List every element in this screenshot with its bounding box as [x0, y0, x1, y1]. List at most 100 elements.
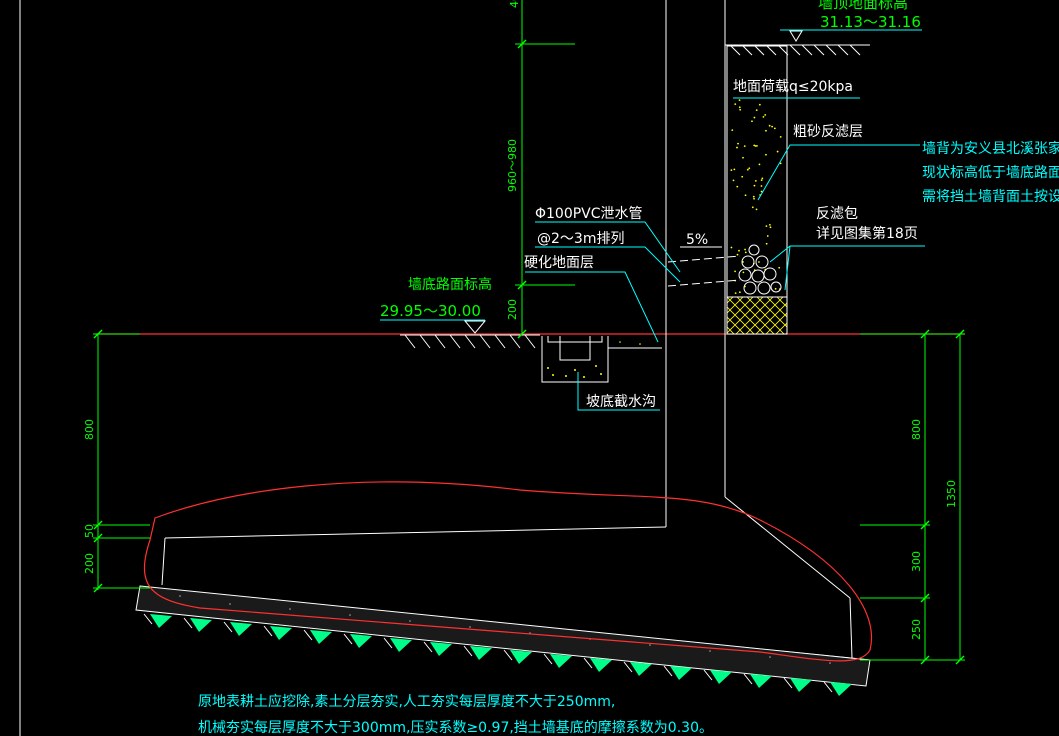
compaction-hatch-line	[503, 649, 513, 661]
sand-particle	[773, 127, 776, 130]
filter-cushion-hatch	[726, 296, 788, 335]
compaction-symbol	[750, 674, 772, 688]
road-elevation-marker	[463, 320, 487, 334]
compaction-hatch-line	[783, 677, 793, 689]
sand-particle	[738, 99, 741, 102]
sand-particle	[765, 225, 768, 228]
compaction-symbol	[150, 614, 172, 628]
compaction-hatch-line	[463, 645, 473, 657]
sand-particle	[730, 169, 733, 172]
dim-left-50: 50	[83, 524, 96, 538]
sand-particle	[769, 226, 772, 229]
sand-particle	[776, 150, 779, 153]
compaction-symbol	[270, 626, 292, 640]
compaction-hatch-line	[703, 669, 713, 681]
sand-particle	[778, 266, 781, 269]
sand-particle	[765, 153, 767, 156]
compaction-symbol	[390, 638, 412, 652]
compaction-hatch-line	[303, 629, 313, 641]
drain-ditch	[541, 336, 662, 383]
compaction-symbol	[590, 658, 612, 672]
sand-particle	[744, 194, 747, 197]
side-note-line-1: 墙背为安义县北溪张家安置	[922, 140, 1059, 157]
sand-particle	[738, 291, 741, 294]
sand-particle	[762, 115, 765, 118]
sand-particle	[751, 120, 753, 123]
slope-label: 5%	[686, 232, 708, 248]
compaction-symbol	[230, 622, 252, 636]
compaction-hatch-line	[143, 613, 153, 625]
compaction-hatch-line	[543, 653, 553, 665]
compaction-symbol	[510, 650, 532, 664]
pvc-pipe-label-1: Φ100PVC泄水管	[535, 206, 643, 222]
ground-elevation-value: 31.13～31.16	[820, 13, 921, 31]
dim-right-800: 800	[910, 419, 923, 440]
top-dimension-partial: 40	[508, 0, 521, 8]
drain-channel-label: 坡底截水沟	[586, 394, 656, 410]
sand-particle	[765, 129, 767, 132]
top-elevation-marker	[789, 30, 803, 42]
sand-particle	[734, 103, 737, 105]
sand-particle	[779, 135, 782, 138]
sand-particle	[744, 251, 747, 254]
sand-particle	[758, 261, 760, 263]
sand-particle	[768, 223, 771, 226]
dim-960-980: 960～980	[506, 139, 519, 192]
compaction-symbol	[350, 634, 372, 648]
sand-particle	[754, 179, 757, 182]
compaction-hatch-line	[383, 637, 393, 649]
dim-right-1350: 1350	[945, 480, 958, 508]
sand-particle	[744, 248, 746, 251]
sand-particle	[746, 168, 749, 171]
sand-particle	[760, 179, 763, 182]
bottom-note-line-2: 机械夯实每层厚度不大于300mm,压实系数≥0.97,挡土墙基底的摩擦系数为0.…	[198, 719, 713, 736]
road-elevation-value: 29.95～30.00	[380, 302, 481, 320]
bottom-note-line-1: 原地表耕土应挖除,素土分层夯实,人工夯实每层厚度不大于250mm,	[198, 693, 615, 710]
filter-bag-label-2: 详见图集第18页	[816, 225, 918, 242]
compaction-hatch-line	[183, 617, 193, 629]
sand-particle	[739, 108, 742, 111]
compaction-hatch-line	[623, 661, 633, 673]
sand-particle	[755, 208, 758, 211]
compaction-symbol	[430, 642, 452, 656]
sand-particle	[761, 177, 764, 180]
sand-particle	[752, 195, 755, 198]
compaction-hatch-line	[223, 621, 233, 633]
left-dimensions	[93, 0, 575, 590]
sand-particle	[738, 106, 741, 109]
sand-particle	[766, 235, 769, 237]
sand-particle	[771, 125, 774, 128]
compaction-symbol	[310, 630, 332, 644]
compaction-symbol	[190, 618, 212, 632]
sand-particle	[758, 103, 761, 106]
compaction-hatch-line	[423, 641, 433, 653]
compaction-symbol	[550, 654, 572, 668]
ground-load-label: 地面荷载q≤20kpa	[733, 79, 853, 95]
dim-left-800: 800	[83, 419, 96, 440]
sand-particle	[753, 197, 755, 200]
coarse-sand-filter-label: 粗砂反滤层	[793, 124, 863, 140]
compaction-hatch-line	[583, 657, 593, 669]
sand-particle	[751, 206, 754, 209]
sand-particle	[736, 253, 739, 256]
sand-particle	[741, 175, 744, 178]
sand-particle	[765, 242, 768, 245]
side-note-line-3: 需将挡土墙背面土按设计要	[922, 189, 1059, 205]
compaction-symbol	[470, 646, 492, 660]
sand-particle	[774, 287, 777, 290]
sand-particle	[730, 246, 733, 249]
compaction-hatch-line	[343, 633, 353, 645]
filter-bag-label-1: 反滤包	[816, 206, 858, 222]
sand-particle	[753, 184, 756, 187]
dim-right-300: 300	[910, 551, 923, 572]
dim-200-upper: 200	[506, 299, 519, 320]
compaction-symbol	[630, 662, 652, 676]
compaction-symbol	[830, 682, 852, 696]
sand-particle	[736, 146, 738, 149]
sand-particle	[738, 249, 740, 252]
sand-particle	[731, 129, 734, 132]
compaction-hatch-line	[663, 665, 673, 677]
compaction-symbol	[670, 666, 692, 680]
sand-particle	[734, 270, 736, 273]
sand-particle	[753, 116, 756, 119]
